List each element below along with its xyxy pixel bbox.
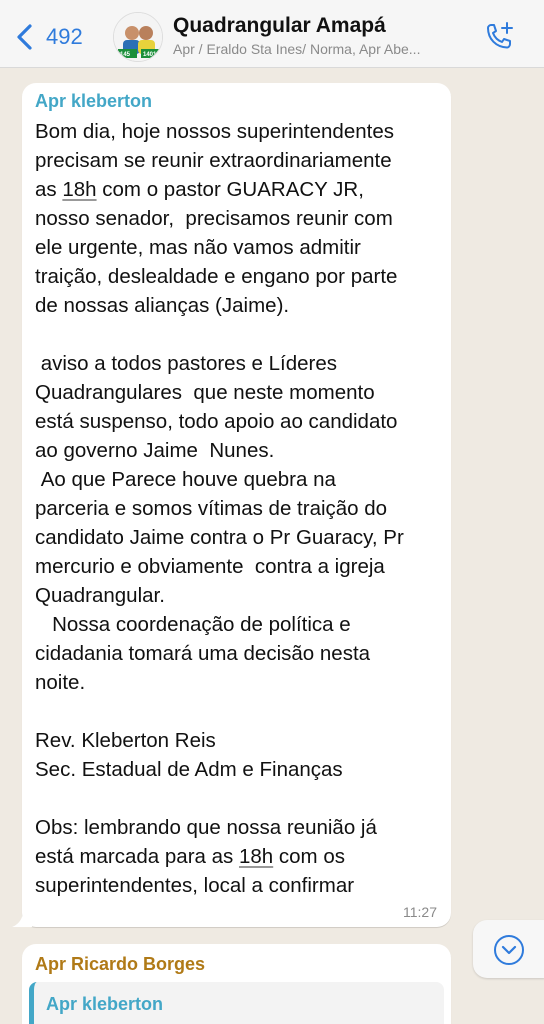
message-timestamp: 11:27: [403, 904, 437, 920]
time-link[interactable]: 18h: [239, 845, 273, 868]
add-call-button[interactable]: [482, 20, 516, 54]
back-button[interactable]: 492: [14, 20, 83, 54]
message-bubble[interactable]: Apr Ricardo Borges Apr kleberton: [22, 944, 451, 1024]
message-sender[interactable]: Apr kleberton: [35, 91, 152, 112]
time-link[interactable]: 18h: [62, 178, 96, 201]
group-avatar[interactable]: 145 1401: [113, 12, 163, 62]
message-bubble[interactable]: Apr kleberton Bom dia, hoje nossos super…: [12, 83, 451, 927]
avatar-number-left: 145: [120, 52, 131, 58]
phone-plus-icon: [487, 22, 513, 49]
scroll-to-bottom-button[interactable]: [473, 920, 544, 978]
chat-participants[interactable]: Apr / Eraldo Sta Ines/ Norma, Apr Abe...: [173, 41, 473, 57]
quoted-sender: Apr kleberton: [46, 994, 164, 1014]
chat-title[interactable]: Quadrangular Amapá: [173, 14, 386, 38]
quoted-message[interactable]: Apr kleberton: [29, 982, 444, 1024]
chevron-left-icon: [17, 24, 32, 50]
chat-header: 492 145 1401 Quadrangular Amapá Apr / Er…: [0, 0, 544, 68]
message-sender[interactable]: Apr Ricardo Borges: [35, 954, 205, 975]
avatar-image: 145 1401: [114, 13, 162, 61]
bubble-tail: [12, 909, 32, 927]
unread-count: 492: [46, 24, 83, 49]
message-text: Bom dia, hoje nossos superintendentes pr…: [35, 117, 445, 900]
avatar-number-right: 1401: [143, 52, 157, 58]
chevron-down-icon: [494, 935, 524, 965]
message-text-part: com o pastor GUARACY JR, nosso senador, …: [35, 178, 404, 868]
